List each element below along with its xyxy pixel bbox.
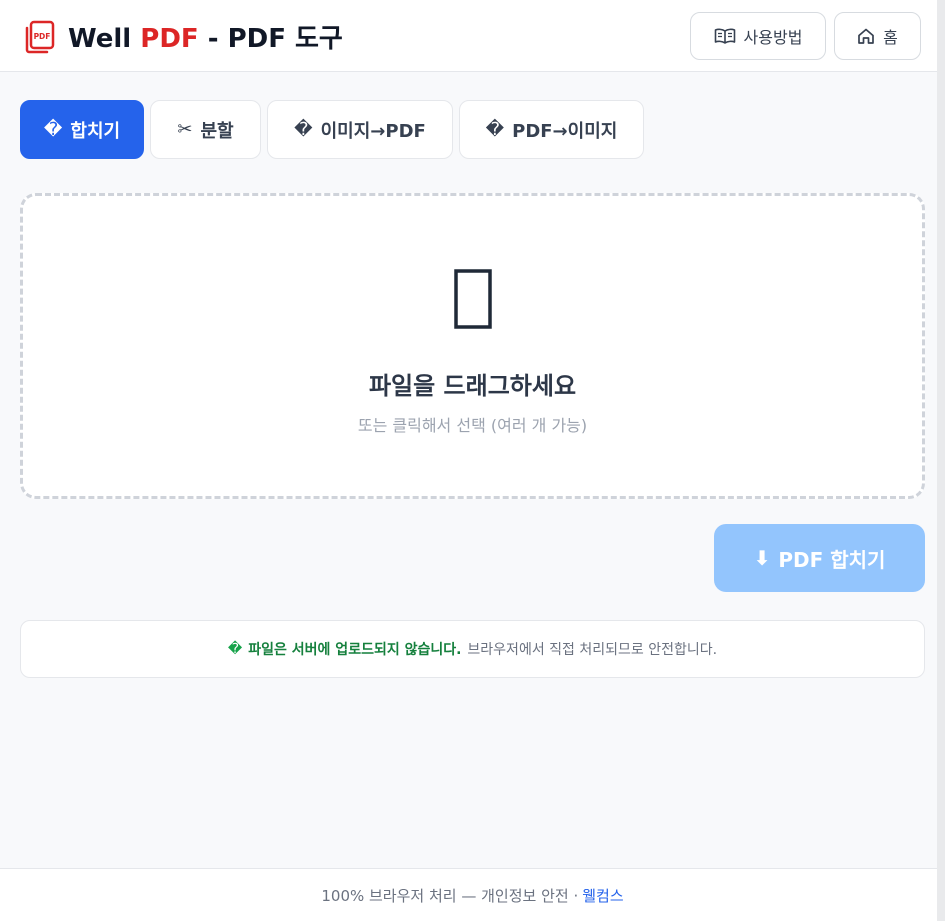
picture-icon: � <box>485 119 505 140</box>
dropzone-icon-wrap <box>23 268 922 330</box>
guide-button[interactable]: 사용방법 <box>690 12 826 60</box>
privacy-notice: � 파일은 서버에 업로드되지 않습니다. 브라우저에서 직접 처리되므로 안전… <box>20 620 925 678</box>
book-icon <box>714 28 735 44</box>
scrollbar[interactable] <box>937 0 945 921</box>
home-button-label: 홈 <box>883 28 898 47</box>
image-icon: � <box>294 119 313 140</box>
merge-pdf-button[interactable]: ⬇ PDF 합치기 <box>714 524 925 592</box>
tab-split-label: 분할 <box>200 120 234 142</box>
app-title: Well PDF - PDF 도구 <box>68 24 343 54</box>
pdf-logo-icon: PDF <box>25 20 55 53</box>
footer-text: 100% 브라우저 처리 — 개인정보 안전 · <box>321 886 579 905</box>
tab-merge[interactable]: � 합치기 <box>20 100 144 159</box>
brand[interactable]: PDF Well PDF - PDF 도구 <box>24 18 343 55</box>
tab-image-to-pdf-label: 이미지→PDF <box>320 120 426 142</box>
home-button[interactable]: 홈 <box>834 12 921 60</box>
file-placeholder-icon <box>453 269 492 329</box>
lock-icon: � <box>227 641 243 657</box>
tab-pdf-to-image[interactable]: � PDF→이미지 <box>459 100 644 159</box>
home-icon <box>858 28 874 44</box>
dropzone-subtitle: 또는 클릭해서 선택 (여러 개 가능) <box>357 416 588 435</box>
scissors-icon: ✂ <box>177 119 193 140</box>
privacy-notice-text: 브라우저에서 직접 처리되므로 안전합니다. <box>467 642 718 658</box>
file-dropzone[interactable]: 파일을 드래그하세요 또는 클릭해서 선택 (여러 개 가능) <box>20 193 925 499</box>
footer-link[interactable]: 웰컴스 <box>582 885 623 906</box>
merge-pdf-button-label: PDF 합치기 <box>778 547 886 572</box>
tab-pdf-to-image-label: PDF→이미지 <box>512 120 618 142</box>
tab-merge-label: 합치기 <box>70 120 121 142</box>
merge-icon: � <box>43 119 63 140</box>
svg-text:PDF: PDF <box>34 32 51 41</box>
tab-image-to-pdf[interactable]: � 이미지→PDF <box>267 100 453 159</box>
footer: 100% 브라우저 처리 — 개인정보 안전 · 웰컴스 <box>0 868 945 921</box>
tab-split[interactable]: ✂ 분할 <box>150 100 261 159</box>
dropzone-title: 파일을 드래그하세요 <box>368 372 577 400</box>
guide-button-label: 사용방법 <box>743 28 803 47</box>
app-header: PDF Well PDF - PDF 도구 사용방법 홈 <box>0 0 945 72</box>
download-arrow-icon: ⬇ <box>753 546 771 570</box>
privacy-notice-strong: 파일은 서버에 업로드되지 않습니다. <box>248 642 462 658</box>
